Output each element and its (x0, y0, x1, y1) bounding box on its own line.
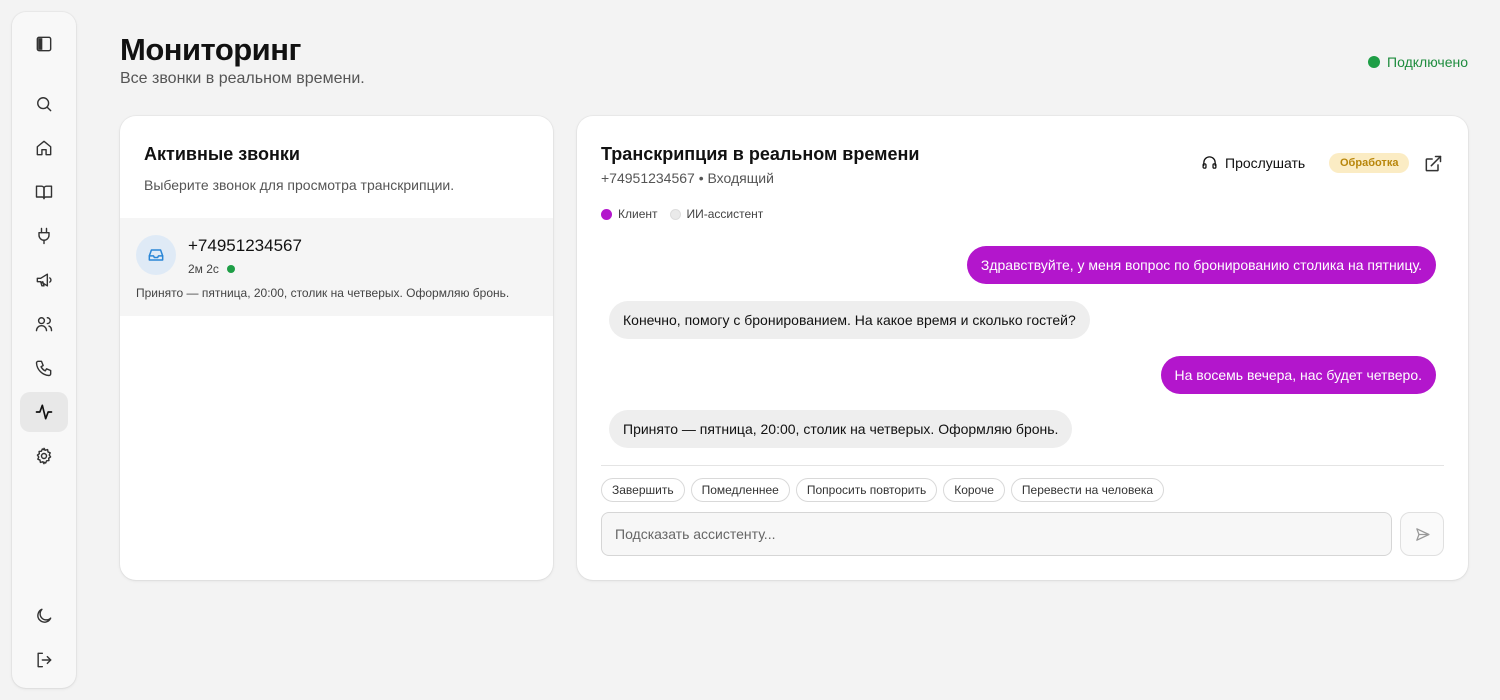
quick-action-end[interactable]: Завершить (601, 478, 685, 502)
sidebar-item-contacts[interactable] (20, 304, 68, 344)
legend-client: Клиент (601, 207, 658, 221)
sidebar-item-search[interactable] (20, 84, 68, 124)
gear-icon (36, 447, 52, 465)
legend-assistant-dot (669, 208, 681, 220)
book-icon (35, 185, 53, 200)
connection-status: Подключено (1368, 54, 1468, 70)
plug-icon (38, 227, 50, 245)
message-assistant: Конечно, помогу с бронированием. На како… (609, 301, 1090, 339)
logout-icon (37, 652, 52, 668)
home-icon (36, 140, 52, 156)
page-title: Мониторинг (120, 32, 301, 67)
theme-toggle-button[interactable] (20, 596, 68, 636)
moon-icon (37, 608, 52, 623)
call-list-item[interactable]: +74951234567 2м 2с Принято — пятница, 20… (120, 218, 553, 316)
external-link-icon (1425, 155, 1442, 172)
assistant-hint-input[interactable] (601, 512, 1392, 556)
search-icon (37, 97, 52, 112)
megaphone-icon (36, 273, 52, 287)
status-badge: Обработка (1329, 153, 1410, 173)
panel-toggle-icon (36, 36, 52, 52)
connection-status-label: Подключено (1387, 54, 1468, 70)
sidebar-item-monitoring[interactable] (20, 392, 68, 432)
users-icon (35, 317, 53, 332)
transcript-divider (601, 465, 1444, 466)
sidebar-item-integrations[interactable] (20, 216, 68, 256)
call-avatar (136, 235, 176, 275)
quick-action-repeat[interactable]: Попросить повторить (795, 478, 938, 502)
legend-client-label: Клиент (618, 207, 658, 221)
connection-dot (1368, 56, 1381, 68)
call-preview-text: Принято — пятница, 20:00, столик на четв… (136, 286, 510, 300)
quick-actions: Завершить Помедленнее Попросить повторит… (601, 478, 1165, 502)
message-assistant: Принято — пятница, 20:00, столик на четв… (609, 410, 1073, 448)
call-duration: 2м 2с (188, 262, 219, 276)
sidebar-item-calls[interactable] (20, 348, 68, 388)
send-hint-button[interactable] (1400, 512, 1444, 556)
call-live-dot (226, 265, 235, 273)
legend-client-dot (601, 208, 612, 220)
speaker-legend: Клиент ИИ-ассистент (601, 207, 763, 221)
message-client: На восемь вечера, нас будет четверо. (1160, 356, 1436, 394)
transcript-title: Транскрипция в реальном времени (601, 144, 920, 164)
activity-icon (35, 404, 53, 420)
sidebar-item-campaigns[interactable] (20, 260, 68, 300)
headphones-icon (1202, 156, 1217, 169)
sidebar-item-settings[interactable] (20, 436, 68, 476)
quick-action-slower[interactable]: Помедленнее (690, 478, 790, 502)
active-calls-title: Активные звонки (144, 144, 300, 164)
sidebar-toggle-button[interactable] (20, 24, 68, 64)
listen-button[interactable]: Прослушать (1201, 154, 1305, 171)
transcript-call-info: +74951234567 • Входящий (601, 170, 774, 186)
page-subtitle: Все звонки в реальном времени. (120, 70, 365, 87)
message-client: Здравствуйте, у меня вопрос по бронирова… (966, 246, 1436, 284)
transcript-panel: Транскрипция в реальном времени +7495123… (577, 116, 1468, 580)
call-phone-number: +74951234567 (188, 236, 302, 255)
quick-action-shorter[interactable]: Короче (943, 478, 1005, 502)
inbox-icon (148, 249, 164, 261)
call-meta: 2м 2с (188, 262, 235, 276)
active-calls-subtitle: Выберите звонок для просмотра транскрипц… (144, 177, 455, 193)
quick-action-transfer[interactable]: Перевести на человека (1010, 478, 1165, 502)
active-calls-panel: Активные звонки Выберите звонок для прос… (120, 116, 553, 580)
send-icon (1415, 527, 1430, 541)
sidebar-item-knowledge[interactable] (20, 172, 68, 212)
open-external-button[interactable] (1423, 154, 1443, 174)
sidebar-item-home[interactable] (20, 128, 68, 168)
sidebar (12, 12, 76, 688)
listen-button-label: Прослушать (1225, 154, 1306, 171)
legend-assistant: ИИ-ассистент (669, 207, 764, 221)
logout-button[interactable] (20, 640, 68, 680)
phone-icon (35, 360, 52, 377)
legend-assistant-label: ИИ-ассистент (686, 207, 764, 221)
